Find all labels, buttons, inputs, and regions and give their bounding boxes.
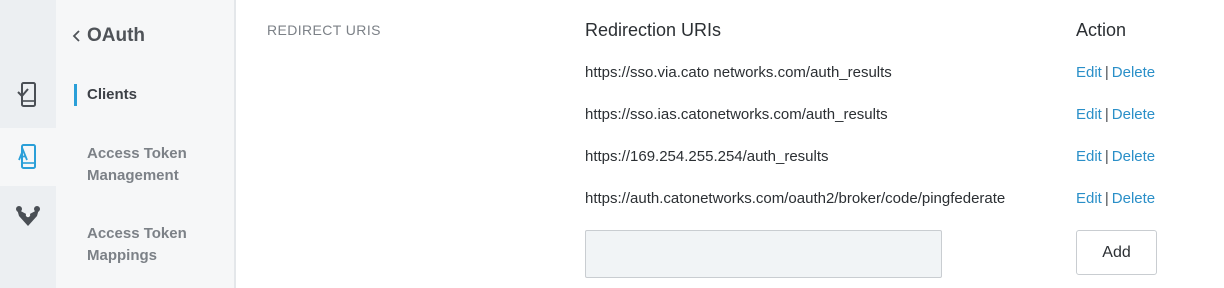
action-separator: |: [1104, 106, 1109, 123]
delete-link[interactable]: Delete: [1112, 64, 1155, 81]
mobile-check-icon: [17, 82, 36, 107]
redirect-uri: https://auth.catonetworks.com/oauth2/bro…: [585, 190, 1006, 207]
action-separator: |: [1104, 64, 1109, 81]
active-nav-marker: [74, 84, 77, 106]
redirect-uri: https://169.254.255.254/auth_results: [585, 148, 829, 165]
delete-link[interactable]: Delete: [1112, 190, 1155, 207]
edit-link[interactable]: Edit: [1076, 106, 1102, 123]
delete-link[interactable]: Delete: [1112, 148, 1155, 165]
section-label: REDIRECT URIS: [267, 22, 381, 38]
column-header-action: Action: [1076, 20, 1127, 40]
column-header-uris: Redirection URIs: [585, 20, 722, 40]
delete-link[interactable]: Delete: [1112, 106, 1155, 123]
oauth-subnav: OAuth Clients Access Token Management Ac…: [56, 0, 234, 288]
row-actions: Edit | Delete: [1076, 64, 1155, 81]
rail-item-mobile-check[interactable]: [0, 70, 56, 120]
row-actions: Edit | Delete: [1076, 106, 1155, 123]
back-link[interactable]: OAuth: [70, 25, 145, 47]
edit-link[interactable]: Edit: [1076, 190, 1102, 207]
rail-item-mobile-app[interactable]: [0, 128, 56, 186]
icon-rail: [0, 0, 56, 288]
subnav-divider: [234, 0, 236, 288]
row-actions: Edit | Delete: [1076, 190, 1155, 207]
edit-link[interactable]: Edit: [1076, 148, 1102, 165]
action-separator: |: [1104, 190, 1109, 207]
redirect-uri: https://sso.via.cato networks.com/auth_r…: [585, 64, 892, 81]
action-separator: |: [1104, 148, 1109, 165]
sidebar-item-clients[interactable]: Clients: [87, 84, 137, 106]
new-redirect-uri-input[interactable]: [585, 230, 942, 278]
edit-link[interactable]: Edit: [1076, 64, 1102, 81]
row-actions: Edit | Delete: [1076, 148, 1155, 165]
network-icon: [16, 206, 40, 226]
chevron-left-icon: [72, 30, 80, 42]
sidebar-item-access-token-mappings[interactable]: Access Token Mappings: [87, 223, 187, 267]
mobile-app-icon: [18, 144, 36, 169]
redirect-uri: https://sso.ias.catonetworks.com/auth_re…: [585, 106, 888, 123]
add-button[interactable]: Add: [1076, 230, 1157, 275]
sidebar-item-access-token-management[interactable]: Access Token Management: [87, 143, 187, 187]
rail-item-network[interactable]: [0, 192, 56, 242]
back-link-label: OAuth: [87, 25, 146, 46]
